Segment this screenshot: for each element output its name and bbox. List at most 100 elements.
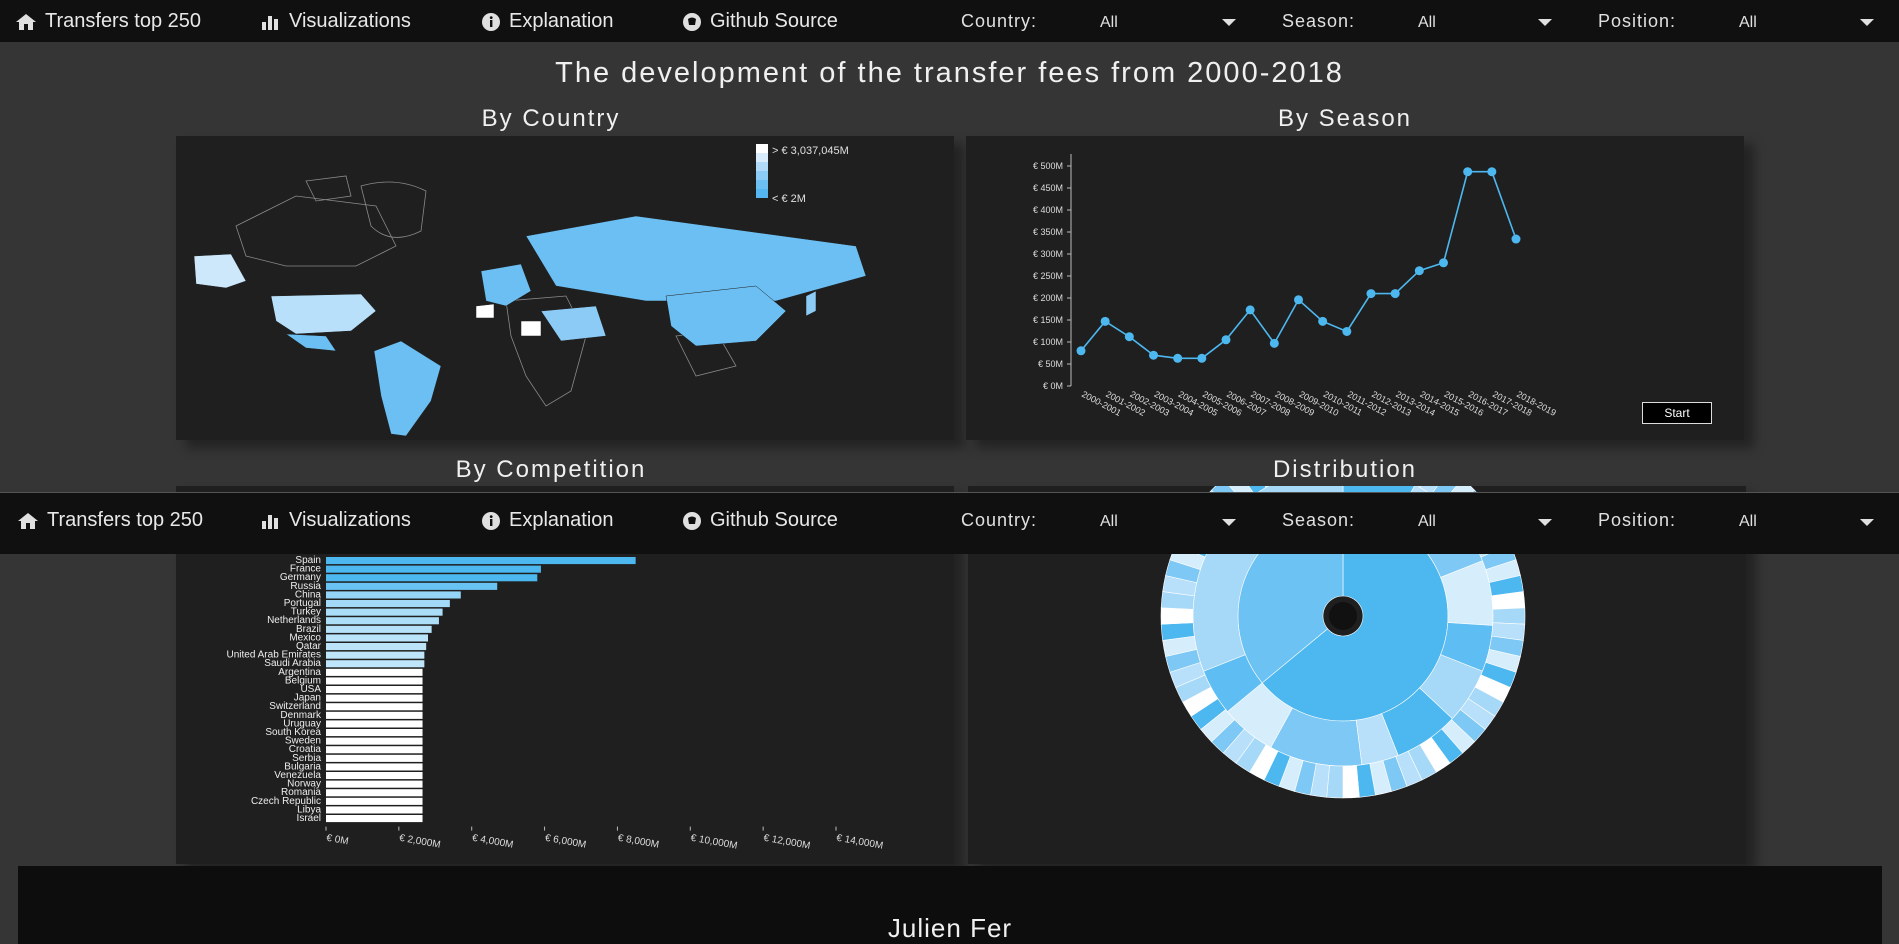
bar [326, 780, 423, 788]
nav-label: Explanation [509, 509, 614, 531]
nav-item-visualizations[interactable]: Visualizations [262, 509, 411, 532]
home-icon [16, 13, 36, 30]
bar [326, 591, 461, 599]
chevron-down-icon [1222, 519, 1236, 526]
bar [326, 660, 425, 668]
position-select[interactable]: All [1739, 14, 1757, 32]
bar [326, 608, 443, 616]
data-point [1390, 289, 1400, 299]
data-point [1318, 316, 1328, 326]
bar [326, 643, 427, 651]
world-map[interactable]: > € 3,037,045M < € 2M [176, 136, 954, 440]
chevron-down-icon [1860, 519, 1874, 526]
x-tick-label: € 2,000M [398, 833, 441, 851]
data-point [1414, 266, 1424, 276]
country-filter-label: Country: [961, 11, 1038, 31]
season-select[interactable]: All [1418, 513, 1436, 531]
legend-swatch-5 [756, 189, 768, 198]
bar [326, 694, 423, 702]
nav-item-visualizations[interactable]: Visualizations [262, 10, 411, 33]
nav-item-github[interactable]: Github Source [683, 509, 838, 532]
footer-author-name: Julien Fer [887, 913, 1013, 943]
nav-item-explanation[interactable]: Explanation [482, 509, 614, 532]
data-point [1173, 353, 1183, 363]
series-line [1080, 170, 1517, 360]
section-title-country: By Country [481, 105, 621, 132]
nav-item-home[interactable]: Transfers top 250 [16, 10, 201, 33]
data-point [1294, 295, 1303, 305]
y-tick-label: € 450M [1033, 183, 1063, 193]
sunburst-outer-slice [1492, 607, 1526, 625]
y-tick-label: € 100M [1033, 337, 1063, 347]
y-tick-label: € 250M [1033, 271, 1063, 281]
season-select[interactable]: All [1418, 14, 1436, 32]
position-select[interactable]: All [1739, 513, 1757, 531]
y-tick-label: € 150M [1033, 315, 1063, 325]
data-point [1100, 316, 1110, 326]
home-icon [18, 512, 38, 529]
bar [326, 668, 423, 676]
section-title-season: By Season [1277, 105, 1413, 132]
y-tick-label: € 400M [1033, 205, 1063, 215]
sunburst-outer-slice [1342, 765, 1360, 799]
y-tick-label: € 300M [1033, 249, 1063, 259]
spain-shape [475, 303, 495, 319]
x-tick-label: € 14,000M [835, 833, 883, 852]
bar [326, 772, 423, 780]
legend-swatch-1 [756, 153, 768, 162]
nav-item-explanation[interactable]: Explanation [482, 10, 614, 33]
legend-min-label: < € 2M [772, 193, 806, 205]
data-point [1366, 289, 1376, 299]
usa-shape [270, 293, 377, 335]
bar [326, 600, 450, 608]
legend-swatch-0 [756, 144, 768, 153]
sunburst-center [1329, 602, 1357, 630]
data-point [1269, 338, 1279, 348]
bar [326, 565, 541, 573]
y-tick-label: € 500M [1033, 161, 1063, 171]
country-fills [193, 215, 867, 437]
mexico-shape [285, 333, 337, 352]
chevron-down-icon [1222, 19, 1236, 26]
bar [326, 711, 423, 719]
bar [326, 729, 423, 737]
country-select[interactable]: All [1100, 513, 1118, 531]
bar [326, 789, 423, 797]
middle-east-shape [540, 305, 607, 342]
bar [326, 677, 423, 685]
libya-shape [520, 320, 542, 337]
arctic-islands-shape [305, 175, 352, 202]
y-tick-label: € 50M [1038, 359, 1063, 369]
alaska-shape [193, 253, 247, 289]
russia-shape [525, 215, 867, 302]
position-filter-label: Position: [1598, 11, 1677, 31]
info-icon [482, 12, 500, 31]
legend-swatch-2 [756, 162, 768, 171]
data-point [1221, 335, 1231, 345]
section-title-distribution: Distribution [1272, 456, 1418, 483]
nav-item-github[interactable]: Github Source [683, 10, 838, 33]
data-point [1511, 234, 1521, 244]
data-point [1439, 258, 1448, 268]
start-button[interactable]: Start [1642, 402, 1712, 424]
nav-label: Github Source [710, 10, 838, 32]
footer: Julien Fer [18, 866, 1882, 944]
x-tick-label: € 6,000M [544, 833, 587, 851]
map-panel: > € 3,037,045M < € 2M [176, 136, 954, 440]
data-point [1076, 346, 1086, 356]
position-filter-label: Position: [1598, 510, 1677, 530]
season-line-chart: € 0M € 50M € 100M € 150M € 200M € 250M € 300M €… [1033, 154, 1558, 418]
nav-label: Visualizations [289, 509, 411, 531]
data-point [1149, 350, 1158, 360]
country-filter-label: Country: [961, 510, 1038, 530]
nav-label: Visualizations [289, 10, 411, 32]
season-filter-label: Season: [1282, 11, 1356, 31]
bar [326, 625, 432, 633]
bar [326, 754, 423, 762]
chevron-down-icon [1538, 19, 1552, 26]
data-point [1342, 326, 1352, 336]
country-select[interactable]: All [1100, 14, 1118, 32]
bar [326, 651, 425, 659]
y-tick-label: € 200M [1033, 293, 1063, 303]
nav-item-home[interactable]: Transfers top 250 [18, 509, 203, 532]
